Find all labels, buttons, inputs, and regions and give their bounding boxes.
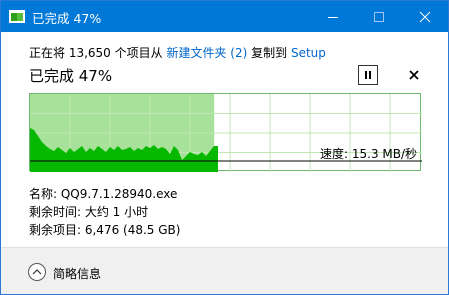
window-close-button[interactable]: [402, 1, 448, 32]
pause-button[interactable]: [358, 65, 378, 85]
copy-description: 正在将 13,650 个项目从 新建文件夹 (2) 复制到 Setup: [29, 44, 326, 61]
copy-middle-text: 复制到: [251, 46, 288, 60]
dialog-footer: 简略信息: [1, 248, 448, 294]
title-bar[interactable]: 已完成 47%: [1, 1, 448, 32]
progress-title: 已完成 47%: [29, 67, 113, 85]
source-folder-link[interactable]: 新建文件夹 (2): [166, 46, 247, 60]
close-icon: [419, 11, 431, 23]
speed-label: 速度: 15.3 MB/秒: [320, 147, 418, 161]
maximize-button[interactable]: [356, 1, 402, 32]
maximize-icon: [374, 12, 384, 22]
speed-graph: 速度: 15.3 MB/秒: [29, 93, 422, 172]
file-name-row: 名称: QQ9.7.1.28940.exe: [29, 187, 178, 201]
minimize-icon: [328, 17, 338, 18]
minimize-button[interactable]: [310, 1, 356, 32]
time-remaining-row: 剩余时间: 大约 1 小时: [29, 205, 149, 219]
fewer-details-label[interactable]: 简略信息: [53, 265, 101, 282]
cancel-button[interactable]: [406, 67, 422, 83]
copy-progress-dialog: 已完成 47% 正在将 13,650 个项目从 新建文件夹 (2) 复制到 Se…: [0, 0, 449, 295]
chevron-up-icon: [32, 269, 42, 275]
fewer-details-button[interactable]: [28, 263, 46, 281]
pause-icon: [365, 71, 367, 79]
close-icon: [409, 70, 419, 80]
copy-prefix-text: 正在将 13,650 个项目从: [29, 46, 163, 60]
window-title: 已完成 47%: [32, 11, 102, 26]
items-remaining-row: 剩余项目: 6,476 (48.5 GB): [29, 223, 181, 237]
copy-folder-icon: [9, 10, 25, 23]
destination-folder-link[interactable]: Setup: [291, 46, 326, 60]
